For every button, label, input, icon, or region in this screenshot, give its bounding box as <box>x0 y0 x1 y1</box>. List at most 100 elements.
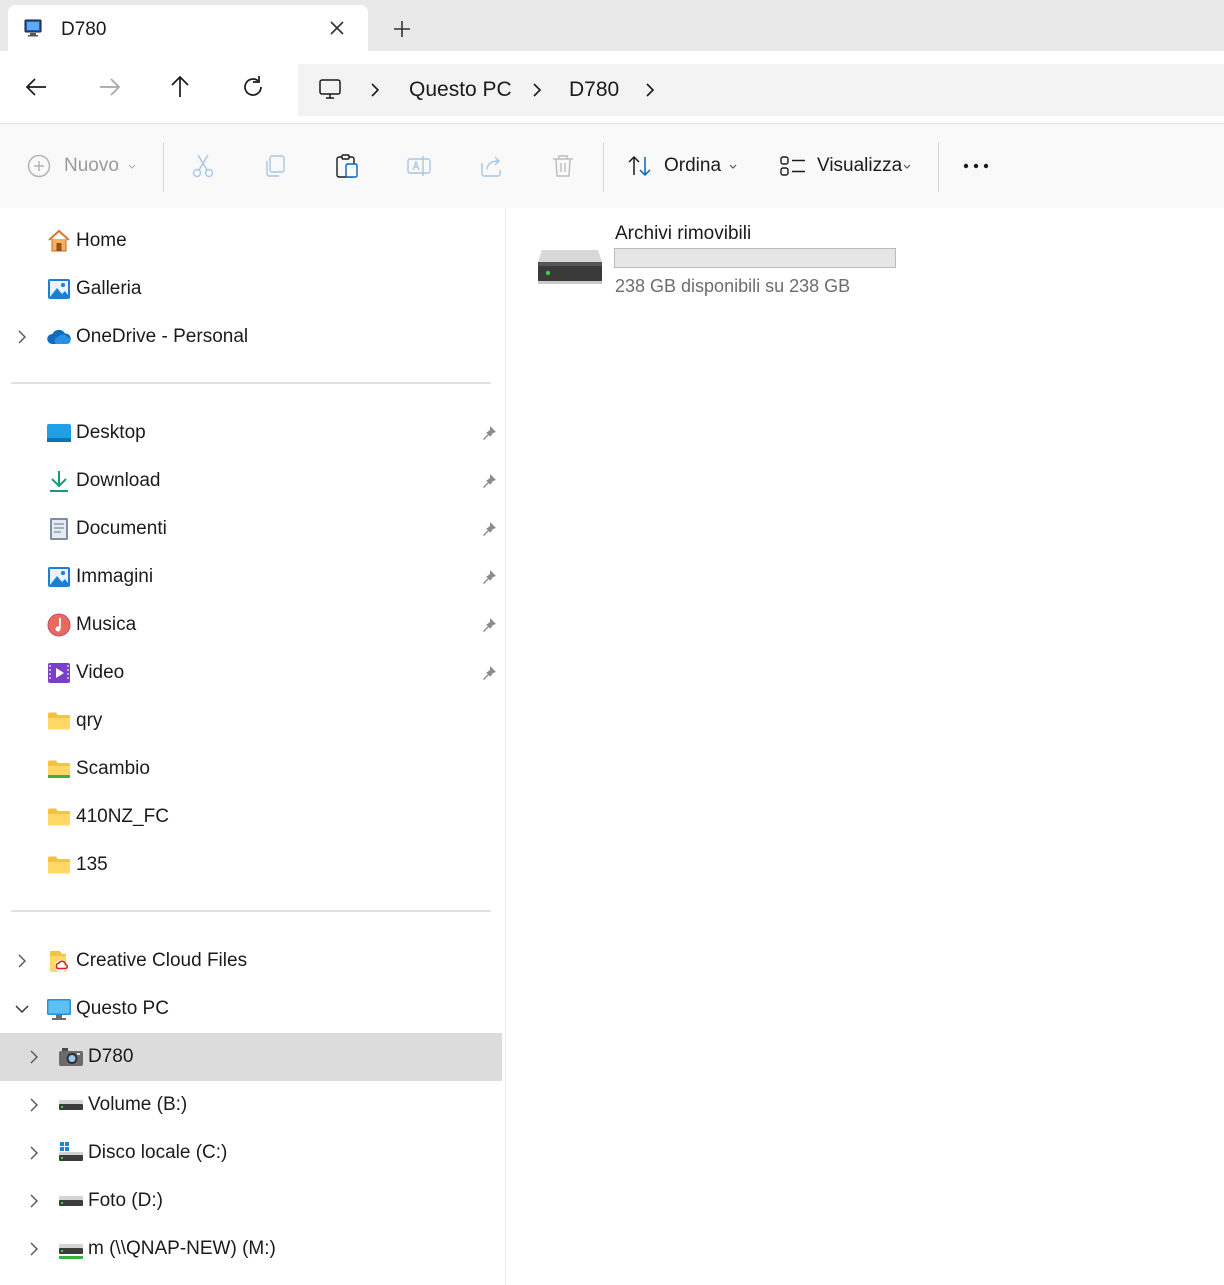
new-tab-icon[interactable] <box>390 17 414 41</box>
camera-icon <box>59 1048 83 1066</box>
toolbar-separator <box>163 142 164 192</box>
sidebar-item-scambio[interactable]: Scambio <box>0 745 502 793</box>
sidebar-item-desktop[interactable]: Desktop <box>0 409 502 457</box>
view-button[interactable]: Visualizza <box>779 124 919 208</box>
refresh-icon[interactable] <box>239 73 267 101</box>
sort-arrows-icon <box>628 155 651 177</box>
download-icon <box>50 471 68 492</box>
sort-button[interactable]: Ordina <box>626 124 741 208</box>
folder-icon <box>48 760 70 778</box>
sidebar-item-musica[interactable]: Musica <box>0 601 502 649</box>
gallery-icon <box>48 279 70 299</box>
creative-cloud-folder-icon <box>50 951 69 972</box>
forward-arrow-icon[interactable] <box>95 73 123 101</box>
sidebar-item-label: Download <box>76 470 161 491</box>
tab-d780[interactable]: D780 <box>8 5 368 51</box>
sidebar-divider <box>11 382 491 384</box>
sidebar-item-onedrive[interactable]: OneDrive - Personal <box>0 313 502 361</box>
chevron-right-icon[interactable] <box>25 1192 43 1210</box>
sidebar-item-d780[interactable]: D780 <box>0 1033 502 1081</box>
sidebar-item-volume-b[interactable]: Volume (B:) <box>0 1081 502 1129</box>
sidebar-item-disco-locale-c[interactable]: Disco locale (C:) <box>0 1129 502 1177</box>
pin-icon[interactable] <box>480 520 498 538</box>
toolbar-separator <box>603 142 604 192</box>
back-arrow-icon[interactable] <box>23 73 51 101</box>
sidebar-divider <box>11 910 491 912</box>
sidebar-item-home[interactable]: Home <box>0 217 502 265</box>
chevron-right-icon[interactable] <box>25 1096 43 1114</box>
copy-icon <box>266 155 285 177</box>
address-bar[interactable]: Questo PC D780 <box>298 64 1224 116</box>
new-label: Nuovo <box>64 155 119 176</box>
pictures-icon <box>48 567 70 587</box>
chevron-right-icon[interactable] <box>25 1048 43 1066</box>
onedrive-cloud-icon <box>47 329 71 345</box>
sidebar-item-label: 135 <box>76 854 108 875</box>
sidebar-item-creative-cloud[interactable]: Creative Cloud Files <box>0 937 502 985</box>
sidebar-item-documenti[interactable]: Documenti <box>0 505 502 553</box>
sidebar-item-video[interactable]: Video <box>0 649 502 697</box>
sidebar-item-download[interactable]: Download <box>0 457 502 505</box>
pin-icon[interactable] <box>480 568 498 586</box>
sidebar-item-label: Galleria <box>76 278 142 299</box>
pin-icon[interactable] <box>480 424 498 442</box>
folder-icon <box>48 856 70 874</box>
chevron-down-icon <box>903 164 911 169</box>
drive-name: Archivi rimovibili <box>615 223 752 244</box>
sidebar-item-label: Disco locale (C:) <box>88 1142 228 1163</box>
more-options-button[interactable] <box>962 124 992 208</box>
drive-usage-bar <box>614 248 896 268</box>
chevron-down-icon <box>729 164 737 169</box>
chevron-right-icon[interactable] <box>366 81 384 99</box>
cut-button[interactable] <box>190 124 218 208</box>
sidebar-item-label: Scambio <box>76 758 150 779</box>
pin-icon[interactable] <box>480 616 498 634</box>
sidebar-item-135[interactable]: 135 <box>0 841 502 889</box>
sidebar-item-label: OneDrive - Personal <box>76 326 249 347</box>
computer-icon <box>24 19 42 37</box>
video-icon <box>48 663 70 683</box>
drive-tile-archivi-rimovibili[interactable]: Archivi rimovibili 238 GB disponibili su… <box>536 220 916 310</box>
share-button[interactable] <box>478 124 506 208</box>
sidebar-item-label: Musica <box>76 614 137 635</box>
sidebar-item-label: m (\\QNAP-NEW) (M:) <box>88 1238 276 1259</box>
documents-icon <box>50 518 68 540</box>
sidebar-item-immagini[interactable]: Immagini <box>0 553 502 601</box>
chevron-right-icon[interactable] <box>25 1240 43 1258</box>
folder-icon <box>48 712 70 730</box>
copy-button[interactable] <box>262 124 290 208</box>
sort-label: Ordina <box>664 155 722 176</box>
sidebar-item-label: Foto (D:) <box>88 1190 163 1211</box>
network-drive-icon <box>59 1244 83 1259</box>
chevron-down-icon[interactable] <box>13 1000 31 1018</box>
monitor-icon[interactable] <box>318 77 342 101</box>
new-button[interactable]: Nuovo <box>26 124 146 208</box>
chevron-right-icon[interactable] <box>13 952 31 970</box>
sidebar-item-network-m[interactable]: m (\\QNAP-NEW) (M:) <box>0 1225 502 1273</box>
rename-button[interactable] <box>406 124 434 208</box>
share-icon <box>481 156 501 177</box>
file-list-area[interactable]: Archivi rimovibili 238 GB disponibili su… <box>506 208 1224 1285</box>
pin-icon[interactable] <box>480 664 498 682</box>
sidebar-item-label: Volume (B:) <box>88 1094 188 1115</box>
sidebar-item-galleria[interactable]: Galleria <box>0 265 502 313</box>
chevron-right-icon[interactable] <box>528 81 546 99</box>
breadcrumb-questo-pc[interactable]: Questo PC <box>409 78 512 102</box>
sidebar-item-label: Home <box>76 230 127 251</box>
pin-icon[interactable] <box>480 472 498 490</box>
chevron-right-icon[interactable] <box>641 81 659 99</box>
breadcrumb-d780[interactable]: D780 <box>569 78 619 102</box>
rename-icon <box>407 156 431 176</box>
close-icon[interactable] <box>326 17 348 39</box>
sidebar-item-410nz-fc[interactable]: 410NZ_FC <box>0 793 502 841</box>
paste-button[interactable] <box>334 124 362 208</box>
home-icon <box>48 229 70 252</box>
sidebar-item-qry[interactable]: qry <box>0 697 502 745</box>
up-arrow-icon[interactable] <box>166 73 194 101</box>
more-dots-icon <box>963 163 989 169</box>
sidebar-item-questo-pc[interactable]: Questo PC <box>0 985 502 1033</box>
sidebar-item-foto-d[interactable]: Foto (D:) <box>0 1177 502 1225</box>
chevron-right-icon[interactable] <box>25 1144 43 1162</box>
delete-button[interactable] <box>550 124 578 208</box>
chevron-right-icon[interactable] <box>13 328 31 346</box>
